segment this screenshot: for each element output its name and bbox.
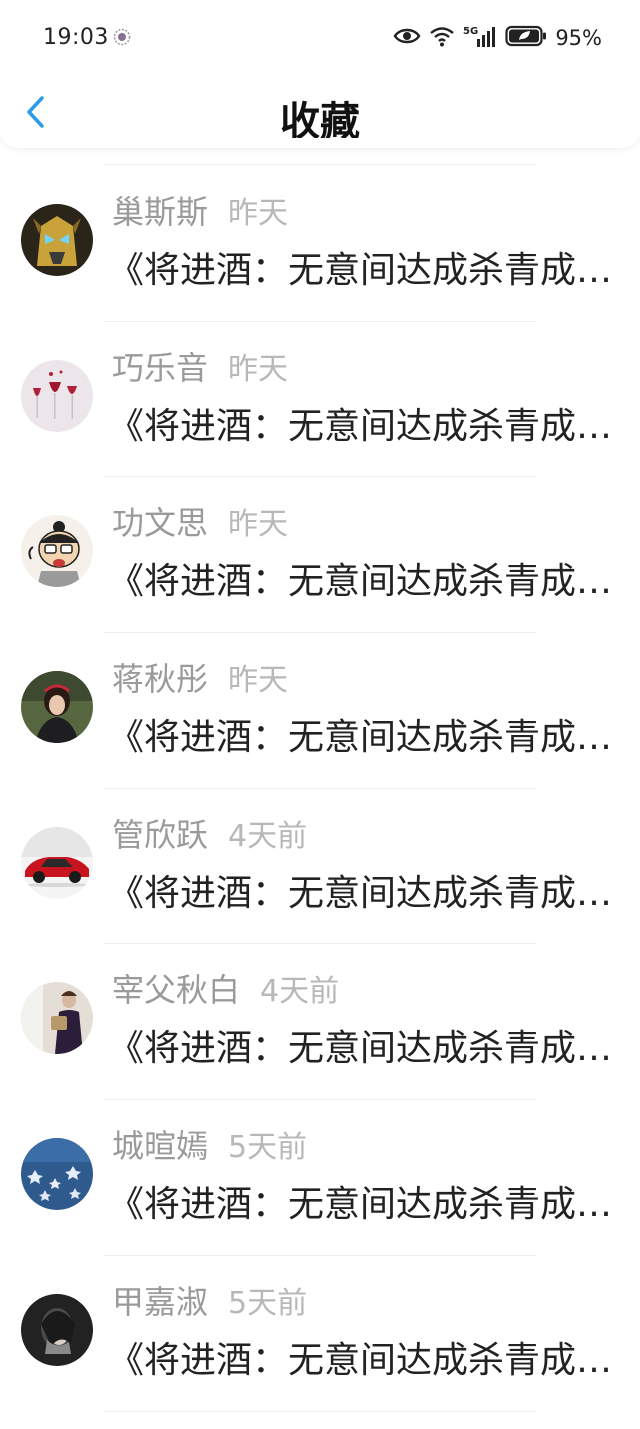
cellular-5g-icon: 5G <box>463 24 497 52</box>
eye-icon <box>393 26 421 50</box>
battery-icon <box>505 25 547 51</box>
girl-photo-avatar-icon <box>21 671 93 744</box>
meta-row: 巧乐音 昨天 <box>112 348 288 390</box>
meta-row: 蒋秋彤 昨天 <box>112 659 288 701</box>
item-title: 《将进酒：无意间达成杀青成就》 <box>108 1028 624 1070</box>
svg-text:5G: 5G <box>463 26 478 37</box>
user-name: 宰父秋白 <box>112 971 241 1010</box>
dark-portrait-avatar-icon <box>21 1293 93 1366</box>
robot-helmet-avatar-icon <box>21 204 93 276</box>
app-notification-icon <box>113 28 131 46</box>
item-title: 《将进酒：无意间达成杀青成就》 <box>108 872 624 914</box>
meta-row: 功文思 昨天 <box>112 503 288 545</box>
person-with-bag-avatar-icon <box>21 982 93 1055</box>
list-item[interactable]: 城暄嫣 5天前 《将进酒：无意间达成杀青成就》 <box>0 1100 640 1256</box>
avatar[interactable] <box>21 359 93 432</box>
item-title: 《将进酒：无意间达成杀青成就》 <box>108 405 624 447</box>
battery-percent: 95% <box>555 26 602 50</box>
meta-row: 甲嘉淑 5天前 <box>112 1282 307 1324</box>
top-divider <box>104 164 536 165</box>
user-name: 城暄嫣 <box>112 1127 209 1166</box>
list-item[interactable]: 宰父秋白 4天前 《将进酒：无意间达成杀青成就》 <box>0 944 640 1100</box>
avatar[interactable] <box>21 515 93 588</box>
page-title: 收藏 <box>280 99 360 138</box>
header-bar: 收藏 <box>0 76 640 148</box>
item-title: 《将进酒：无意间达成杀青成就》 <box>108 250 624 291</box>
blue-lights-avatar-icon <box>21 1138 93 1211</box>
timestamp: 昨天 <box>228 507 289 543</box>
list-item[interactable]: 管欣跃 4天前 《将进酒：无意间达成杀青成就》 <box>0 789 640 945</box>
list-item[interactable]: 巢斯斯 昨天 《将进酒：无意间达成杀青成就》 <box>0 166 640 322</box>
item-title: 《将进酒：无意间达成杀青成就》 <box>108 1184 624 1226</box>
meta-row: 城暄嫣 5天前 <box>112 1126 307 1168</box>
status-icons: 5G 95% <box>393 22 602 54</box>
user-name: 甲嘉淑 <box>112 1282 209 1321</box>
avatar[interactable] <box>21 826 93 899</box>
item-title: 《将进酒：无意间达成杀青成就》 <box>108 561 624 603</box>
user-name: 巧乐音 <box>112 348 209 387</box>
list-item[interactable]: 功文思 昨天 《将进酒：无意间达成杀青成就》 <box>0 477 640 633</box>
meta-row: 管欣跃 4天前 <box>112 815 307 857</box>
wine-glasses-avatar-icon <box>21 359 93 432</box>
avatar[interactable] <box>21 204 93 276</box>
timestamp: 5天前 <box>228 1285 308 1321</box>
user-name: 蒋秋彤 <box>112 660 209 699</box>
user-name: 巢斯斯 <box>112 193 209 231</box>
cartoon-boy-avatar-icon <box>21 515 93 588</box>
avatar[interactable] <box>21 1293 93 1366</box>
timestamp: 4天前 <box>228 818 308 854</box>
user-name: 功文思 <box>112 504 209 543</box>
timestamp: 昨天 <box>228 351 289 387</box>
avatar[interactable] <box>21 982 93 1055</box>
timestamp: 昨天 <box>228 196 289 231</box>
timestamp: 5天前 <box>228 1130 308 1166</box>
meta-row: 宰父秋白 4天前 <box>112 970 339 1012</box>
favorites-list: 巢斯斯 昨天 《将进酒：无意间达成杀青成就》 巧乐音 昨天 《将进酒：无意间达成… <box>0 166 640 1412</box>
avatar[interactable] <box>21 671 93 744</box>
red-sports-car-avatar-icon <box>21 826 93 899</box>
timestamp: 4天前 <box>260 974 340 1010</box>
avatar[interactable] <box>21 1138 93 1211</box>
status-time: 19:03 <box>43 25 109 50</box>
list-item[interactable]: 巧乐音 昨天 《将进酒：无意间达成杀青成就》 <box>0 322 640 478</box>
wifi-icon <box>429 25 455 51</box>
list-item[interactable]: 蒋秋彤 昨天 《将进酒：无意间达成杀青成就》 <box>0 633 640 789</box>
list-item[interactable]: 甲嘉淑 5天前 《将进酒：无意间达成杀青成就》 <box>0 1256 640 1412</box>
item-title: 《将进酒：无意间达成杀青成就》 <box>108 717 624 759</box>
timestamp: 昨天 <box>228 663 289 699</box>
status-bar: 19:03 5G 95% <box>0 0 640 76</box>
user-name: 管欣跃 <box>112 815 209 854</box>
item-title: 《将进酒：无意间达成杀青成就》 <box>108 1339 624 1381</box>
meta-row: 巢斯斯 昨天 <box>112 192 288 234</box>
